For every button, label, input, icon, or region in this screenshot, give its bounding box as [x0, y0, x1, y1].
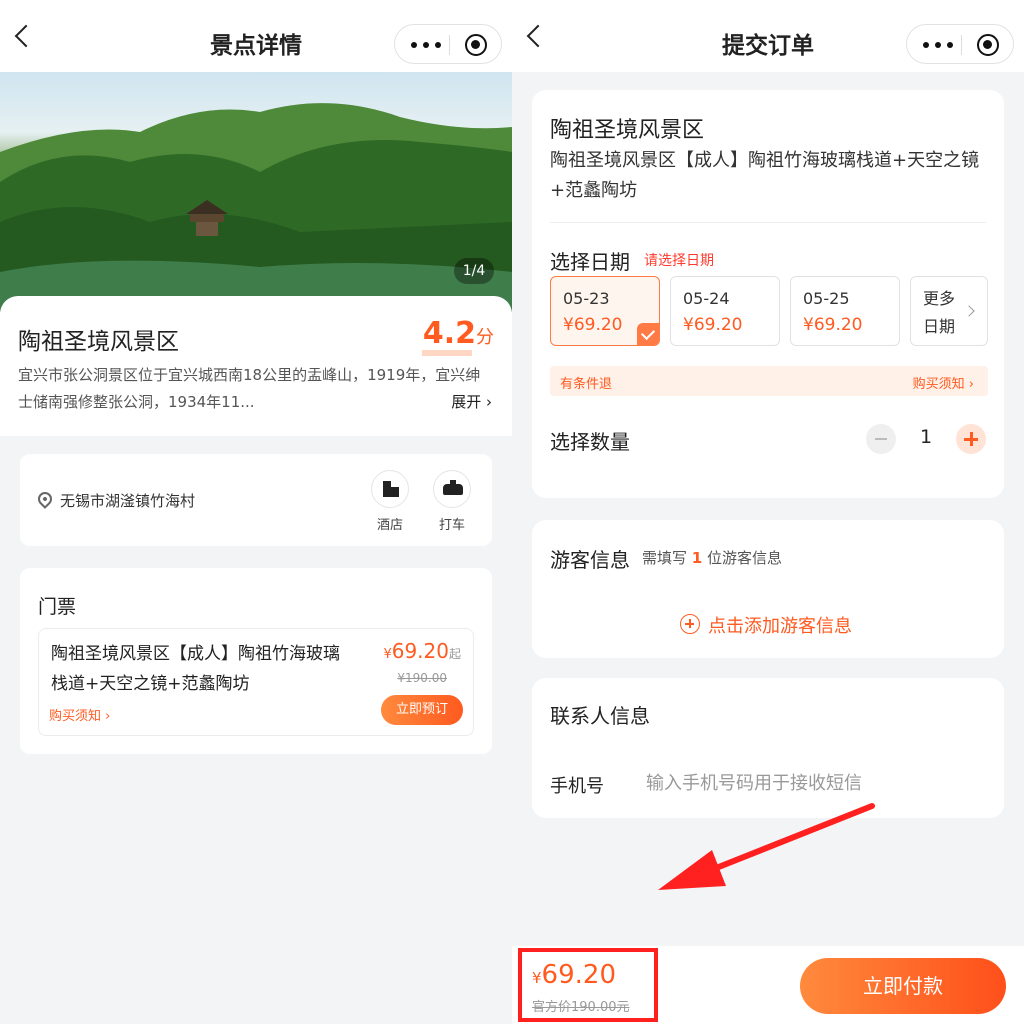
phone-label: 手机号: [550, 776, 604, 797]
ticket-price-suffix: 起: [448, 647, 461, 661]
rating-score: 4.2分: [423, 316, 494, 351]
attraction-detail-screen: 景点详情 1/4 陶祖圣境风景区 4.2分 宜兴市张公洞景区位于宜兴城西南18公…: [0, 0, 512, 1024]
date-option[interactable]: 05-25 ¥69.20: [790, 276, 900, 346]
ticket-heading: 门票: [38, 596, 77, 618]
date-option-date: 05-23: [563, 289, 610, 308]
taxi-label: 打车: [438, 518, 465, 533]
total-price-amount: 69.20: [541, 960, 616, 990]
guest-info-title: 游客信息: [550, 548, 630, 572]
taxi-button[interactable]: 打车: [432, 470, 472, 533]
guest-hint-suffix: 位游客信息: [707, 549, 783, 567]
order-card: 陶祖圣境风景区 陶祖圣境风景区【成人】陶祖竹海玻璃栈道+天空之镜+范蠡陶坊 选择…: [532, 90, 1004, 498]
purchase-notice-link[interactable]: 购买须知 ›: [913, 373, 974, 392]
guest-hint-count: 1: [691, 549, 703, 567]
order-divider: [550, 222, 986, 223]
nav-bar: 提交订单: [512, 0, 1024, 72]
hotel-button[interactable]: 酒店: [370, 470, 410, 533]
order-title: 陶祖圣境风景区: [550, 118, 705, 143]
book-now-button[interactable]: 立即预订: [381, 695, 463, 725]
rating-unit: 分: [476, 327, 494, 348]
ticket-name: 陶祖圣境风景区【成人】陶祖竹海玻璃栈道+天空之镜+范蠡陶坊: [51, 644, 340, 694]
more-dates-label: 更多日期: [923, 289, 956, 336]
close-target-icon[interactable]: [977, 34, 999, 56]
expand-link[interactable]: 展开 ›: [451, 391, 492, 412]
guest-hint-prefix: 需填写: [642, 549, 688, 567]
selected-check-icon: [637, 323, 659, 345]
close-target-icon[interactable]: [465, 34, 487, 56]
pay-now-button[interactable]: 立即付款: [800, 958, 1006, 1014]
location-card: 无锡市湖滏镇竹海村 酒店 打车: [20, 454, 492, 546]
total-price: ¥69.20: [532, 960, 616, 990]
taxi-icon: [443, 480, 463, 495]
refund-label: 有条件退: [560, 377, 613, 392]
hotel-label: 酒店: [376, 518, 403, 533]
total-price-currency: ¥: [532, 969, 542, 987]
more-icon[interactable]: [411, 42, 441, 48]
quantity-heading: 选择数量: [550, 430, 630, 454]
capsule-divider: [449, 35, 450, 55]
date-option-date: 05-25: [803, 289, 850, 308]
ticket-item[interactable]: 陶祖圣境风景区【成人】陶祖竹海玻璃栈道+天空之镜+范蠡陶坊 ¥69.20起 ¥1…: [38, 628, 474, 736]
scenic-photo[interactable]: 1/4: [0, 72, 512, 312]
image-counter: 1/4: [454, 258, 494, 284]
more-icon[interactable]: [923, 42, 953, 48]
date-option[interactable]: 05-23 ¥69.20: [550, 276, 660, 346]
date-option-price: ¥69.20: [563, 315, 623, 335]
location-pin-icon: [35, 489, 55, 509]
contact-info-title: 联系人信息: [550, 704, 650, 728]
guest-info-hint: 需填写 1 位游客信息: [642, 547, 782, 568]
mini-program-capsule: [394, 24, 502, 64]
quantity-decrease-button[interactable]: [866, 424, 896, 454]
date-heading: 选择日期: [550, 250, 630, 274]
nav-bar: 景点详情: [0, 0, 512, 72]
annotation-arrow-icon: [658, 803, 875, 890]
ticket-price-amount: 69.20: [391, 639, 449, 663]
add-guest-button[interactable]: 点击添加游客信息: [708, 612, 852, 638]
ticket-price: ¥69.20起: [383, 639, 461, 663]
date-option-price: ¥69.20: [803, 315, 863, 335]
quantity-increase-button[interactable]: [956, 424, 986, 454]
guest-info-card: 游客信息 需填写 1 位游客信息 点击添加游客信息: [532, 520, 1004, 658]
attraction-title: 陶祖圣境风景区: [18, 329, 179, 355]
checkout-bar: ¥69.20 官方价190.00元 立即付款: [512, 946, 1024, 1024]
ticket-original-price: ¥190.00: [397, 671, 447, 685]
attraction-description: 宜兴市张公洞景区位于宜兴城西南18公里的盂峰山，1919年，宜兴绅士储南强修整张…: [18, 366, 481, 411]
date-option[interactable]: 05-24 ¥69.20: [670, 276, 780, 346]
scenic-photo-art: [0, 103, 512, 312]
official-price: 官方价190.00元: [532, 1000, 630, 1015]
refund-policy-bar[interactable]: 有条件退 购买须知 ›: [550, 366, 988, 396]
rating-value: 4.2: [422, 316, 476, 351]
hotel-icon: [383, 481, 399, 497]
address-text[interactable]: 无锡市湖滏镇竹海村: [60, 490, 195, 511]
purchase-notice-link[interactable]: 购买须知 ›: [49, 705, 110, 724]
chevron-right-icon: [963, 305, 975, 317]
date-hint: 请选择日期: [644, 253, 714, 269]
total-price-highlight: ¥69.20 官方价190.00元: [518, 948, 658, 1022]
ticket-price-currency: ¥: [383, 647, 392, 662]
quantity-value: 1: [919, 426, 933, 448]
date-option-price: ¥69.20: [683, 315, 743, 335]
add-circle-icon[interactable]: [680, 614, 700, 634]
submit-order-screen: 提交订单 陶祖圣境风景区 陶祖圣境风景区【成人】陶祖竹海玻璃栈道+天空之镜+范蠡…: [512, 0, 1024, 1024]
ticket-section: 门票 陶祖圣境风景区【成人】陶祖竹海玻璃栈道+天空之镜+范蠡陶坊 ¥69.20起…: [20, 568, 492, 754]
order-product-name: 陶祖圣境风景区【成人】陶祖竹海玻璃栈道+天空之镜+范蠡陶坊: [550, 150, 980, 201]
mini-program-capsule: [906, 24, 1014, 64]
attraction-info-card: 陶祖圣境风景区 4.2分 宜兴市张公洞景区位于宜兴城西南18公里的盂峰山，191…: [0, 296, 512, 436]
more-dates-button[interactable]: 更多日期: [910, 276, 988, 346]
capsule-divider: [961, 35, 962, 55]
date-option-date: 05-24: [683, 289, 730, 308]
